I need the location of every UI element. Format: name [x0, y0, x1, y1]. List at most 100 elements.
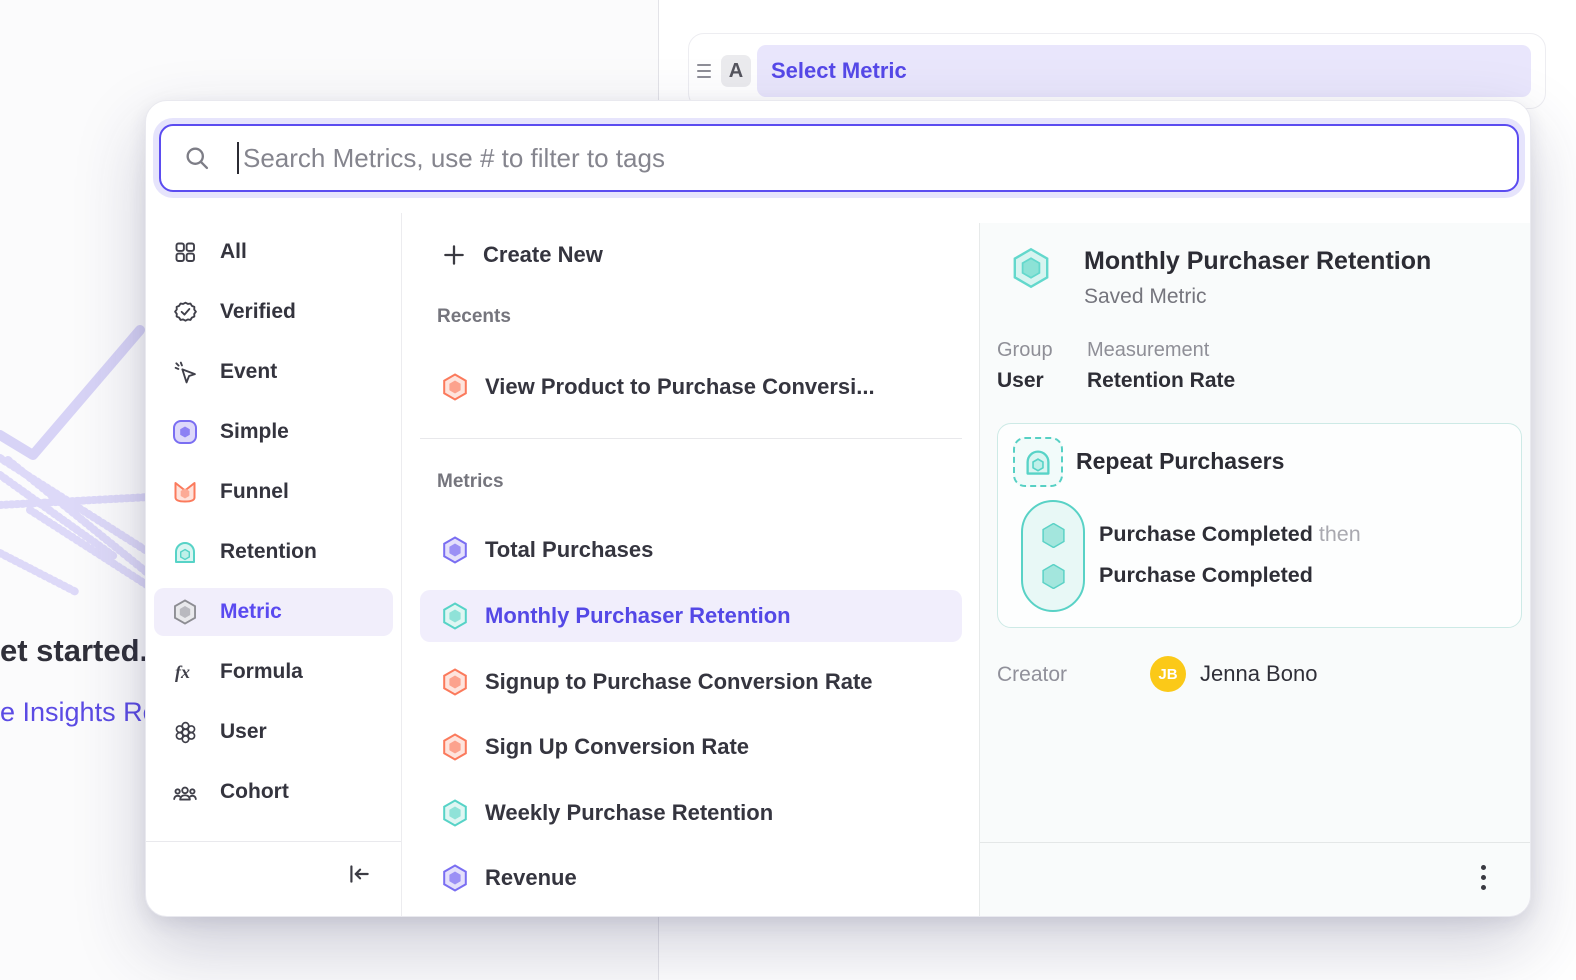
funnel-icon — [172, 479, 198, 505]
decorative-line-art — [0, 325, 160, 610]
retention-steps-pill — [1021, 500, 1085, 612]
recents-heading: Recents — [437, 306, 511, 328]
metric-item-revenue[interactable]: Revenue — [420, 852, 962, 904]
metric-item-label: Total Purchases — [485, 537, 653, 563]
metric-item-label: Monthly Purchaser Retention — [485, 603, 791, 629]
step-hexagon-icon — [1041, 523, 1066, 548]
simple-hexagon-icon — [441, 536, 469, 564]
sidebar-item-label: Retention — [220, 540, 317, 564]
retention-hexagon-icon — [441, 602, 469, 630]
sidebar-item-label: User — [220, 720, 267, 744]
sidebar-item-verified[interactable]: Verified — [154, 288, 393, 336]
select-metric-label: Select Metric — [771, 58, 907, 84]
svg-text:fx: fx — [175, 662, 190, 682]
group-label: Group — [997, 339, 1053, 362]
series-letter-badge[interactable]: A — [721, 55, 751, 87]
metric-item-label: Sign Up Conversion Rate — [485, 734, 749, 760]
drag-handle-icon[interactable] — [697, 61, 717, 81]
search-input[interactable]: Search Metrics, use # to filter to tags — [159, 124, 1519, 192]
formula-fx-icon: fx — [172, 659, 198, 685]
sidebar-footer-divider — [146, 841, 401, 842]
verified-badge-icon — [172, 299, 198, 325]
metric-item-weekly-purchase-retention[interactable]: Weekly Purchase Retention — [420, 787, 962, 839]
sidebar-item-cohort[interactable]: Cohort — [154, 768, 393, 816]
detail-title: Monthly Purchaser Retention — [1084, 247, 1431, 276]
create-new-label: Create New — [483, 242, 603, 268]
retention-arch-icon — [172, 539, 198, 565]
background-insights-link-fragment[interactable]: e Insights Re — [0, 697, 149, 728]
kebab-menu-icon[interactable] — [1470, 857, 1496, 897]
creator-label: Creator — [997, 663, 1067, 687]
metric-hexagon-icon — [172, 599, 198, 625]
sidebar-item-event[interactable]: Event — [154, 348, 393, 396]
sidebar-item-label: All — [220, 240, 247, 264]
creator-name: Jenna Bono — [1200, 661, 1317, 687]
sidebar-item-metric[interactable]: Metric — [154, 588, 393, 636]
creator-avatar: JB — [1150, 656, 1186, 692]
sidebar-item-label: Event — [220, 360, 277, 384]
cohort-people-icon — [172, 779, 198, 805]
funnel-hexagon-icon — [441, 733, 469, 761]
sidebar-item-label: Simple — [220, 420, 289, 444]
metric-definition-card: Repeat Purchasers Purchase Completed the… — [997, 423, 1522, 628]
group-value: User — [997, 369, 1044, 393]
sidebar-item-formula[interactable]: fx Formula — [154, 648, 393, 696]
metric-item-monthly-purchaser-retention[interactable]: Monthly Purchaser Retention — [420, 590, 962, 642]
metric-detail-panel: Monthly Purchaser Retention Saved Metric… — [979, 223, 1530, 916]
metric-item-label: Revenue — [485, 865, 577, 891]
plus-icon — [441, 242, 467, 268]
definition-step-1: Purchase Completed then — [1099, 522, 1361, 547]
text-caret — [237, 142, 239, 174]
sidebar-item-label: Funnel — [220, 480, 289, 504]
retention-hexagon-icon — [441, 799, 469, 827]
sidebar-item-simple[interactable]: Simple — [154, 408, 393, 456]
list-section-divider — [420, 438, 962, 439]
filter-sidebar: All Verified — [146, 213, 401, 916]
background-heading-fragment: et started. — [0, 633, 149, 669]
detail-subtitle: Saved Metric — [1084, 285, 1207, 309]
metric-picker-modal: Search Metrics, use # to filter to tags … — [145, 100, 1531, 917]
sidebar-item-label: Metric — [220, 600, 282, 624]
recent-item-label: View Product to Purchase Conversi... — [485, 374, 875, 400]
metric-item-label: Weekly Purchase Retention — [485, 800, 773, 826]
sidebar-item-funnel[interactable]: Funnel — [154, 468, 393, 516]
cursor-click-icon — [172, 359, 198, 385]
retention-hexagon-icon — [1010, 247, 1052, 289]
metric-item-signup-to-purchase-conversion-rate[interactable]: Signup to Purchase Conversion Rate — [420, 656, 962, 708]
metric-item-label: Signup to Purchase Conversion Rate — [485, 669, 873, 695]
picker-content: All Verified — [146, 213, 1530, 916]
sidebar-item-all[interactable]: All — [154, 228, 393, 276]
funnel-hexagon-icon — [441, 668, 469, 696]
search-icon — [183, 144, 211, 172]
simple-square-icon — [172, 419, 198, 445]
retention-definition-icon — [1013, 437, 1063, 487]
create-new-button[interactable]: Create New — [420, 229, 962, 281]
step-connector: then — [1319, 522, 1361, 546]
search-placeholder: Search Metrics, use # to filter to tags — [243, 143, 665, 174]
step-hexagon-icon — [1041, 564, 1066, 589]
collapse-left-icon — [346, 861, 372, 887]
measurement-label: Measurement — [1087, 339, 1209, 362]
metric-row-card: A Select Metric — [688, 33, 1546, 109]
metric-list-column: Create New Recents View Product to Purch… — [402, 213, 979, 916]
metrics-heading: Metrics — [437, 471, 504, 493]
definition-step-2: Purchase Completed — [1099, 563, 1313, 588]
sidebar-item-retention[interactable]: Retention — [154, 528, 393, 576]
recent-item[interactable]: View Product to Purchase Conversi... — [420, 361, 962, 413]
user-cluster-icon — [172, 719, 198, 745]
grid-icon — [172, 239, 198, 265]
definition-title: Repeat Purchasers — [1076, 448, 1284, 475]
sidebar-item-user[interactable]: User — [154, 708, 393, 756]
collapse-sidebar-button[interactable] — [343, 858, 375, 890]
measurement-value: Retention Rate — [1087, 369, 1235, 393]
sidebar-item-label: Formula — [220, 660, 303, 684]
sidebar-item-label: Cohort — [220, 780, 289, 804]
metric-item-total-purchases[interactable]: Total Purchases — [420, 524, 962, 576]
metric-item-sign-up-conversion-rate[interactable]: Sign Up Conversion Rate — [420, 721, 962, 773]
funnel-hexagon-icon — [441, 373, 469, 401]
simple-hexagon-icon — [441, 864, 469, 892]
sidebar-item-label: Verified — [220, 300, 296, 324]
select-metric-field[interactable]: Select Metric — [757, 45, 1531, 97]
detail-footer-divider — [980, 842, 1530, 843]
screen: et started. e Insights Re A Select Metri… — [0, 0, 1576, 980]
